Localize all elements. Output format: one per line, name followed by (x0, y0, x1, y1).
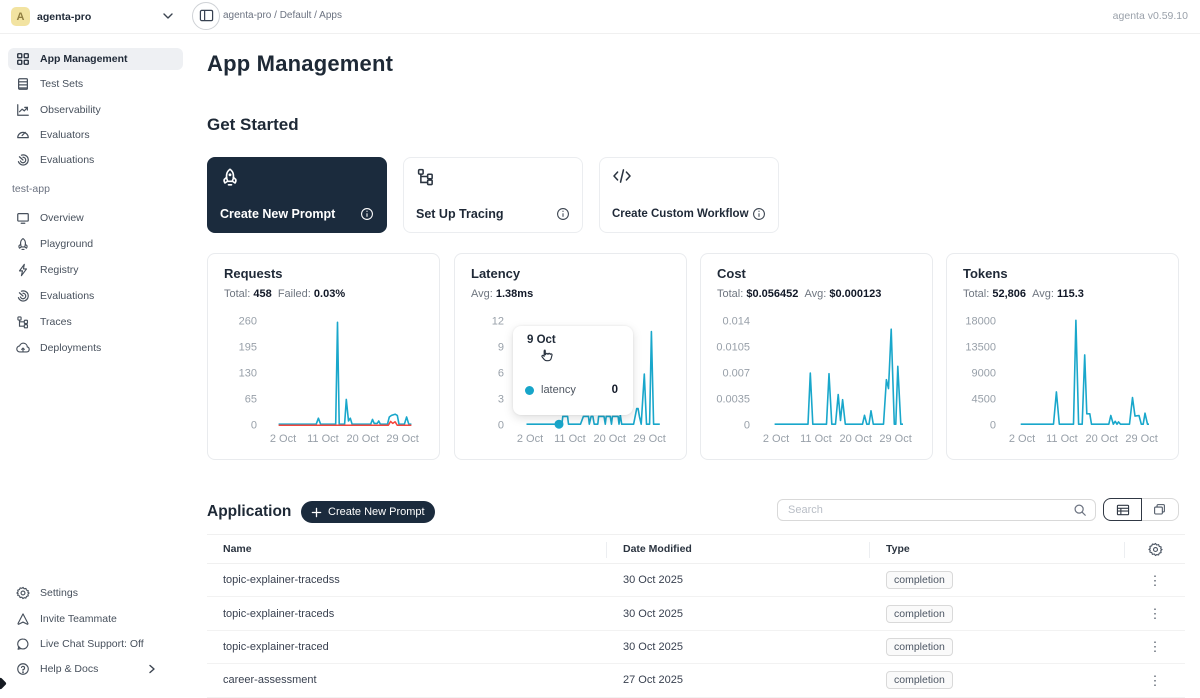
svg-text:11 Oct: 11 Oct (554, 433, 586, 445)
svg-text:0.0105: 0.0105 (716, 342, 750, 354)
svg-text:4500: 4500 (972, 394, 996, 406)
svg-text:3: 3 (498, 394, 504, 406)
svg-text:20 Oct: 20 Oct (839, 433, 871, 445)
svg-text:130: 130 (239, 368, 257, 380)
svg-text:11 Oct: 11 Oct (307, 433, 339, 445)
svg-text:29 Oct: 29 Oct (633, 433, 665, 445)
svg-text:0.0035: 0.0035 (716, 394, 750, 406)
svg-text:0.007: 0.007 (722, 368, 750, 380)
svg-text:0: 0 (251, 419, 257, 431)
svg-text:12: 12 (492, 316, 504, 328)
svg-text:0: 0 (498, 419, 504, 431)
svg-text:29 Oct: 29 Oct (879, 433, 911, 445)
svg-text:2 Oct: 2 Oct (763, 433, 789, 445)
svg-text:0: 0 (990, 419, 996, 431)
svg-text:20 Oct: 20 Oct (1085, 433, 1117, 445)
svg-text:195: 195 (239, 342, 257, 354)
svg-text:20 Oct: 20 Oct (593, 433, 625, 445)
svg-text:29 Oct: 29 Oct (1125, 433, 1157, 445)
svg-text:6: 6 (498, 368, 504, 380)
svg-text:11 Oct: 11 Oct (1046, 433, 1078, 445)
svg-text:2 Oct: 2 Oct (270, 433, 296, 445)
svg-text:9000: 9000 (972, 368, 996, 380)
svg-text:65: 65 (245, 394, 257, 406)
svg-text:0.014: 0.014 (722, 316, 750, 328)
svg-text:9: 9 (498, 342, 504, 354)
svg-text:0: 0 (744, 419, 750, 431)
svg-text:2 Oct: 2 Oct (1009, 433, 1035, 445)
svg-text:29 Oct: 29 Oct (386, 433, 418, 445)
svg-text:20 Oct: 20 Oct (346, 433, 378, 445)
svg-text:18000: 18000 (965, 316, 996, 328)
svg-text:2 Oct: 2 Oct (517, 433, 543, 445)
svg-text:11 Oct: 11 Oct (800, 433, 832, 445)
svg-text:260: 260 (239, 316, 257, 328)
svg-text:13500: 13500 (965, 342, 996, 354)
